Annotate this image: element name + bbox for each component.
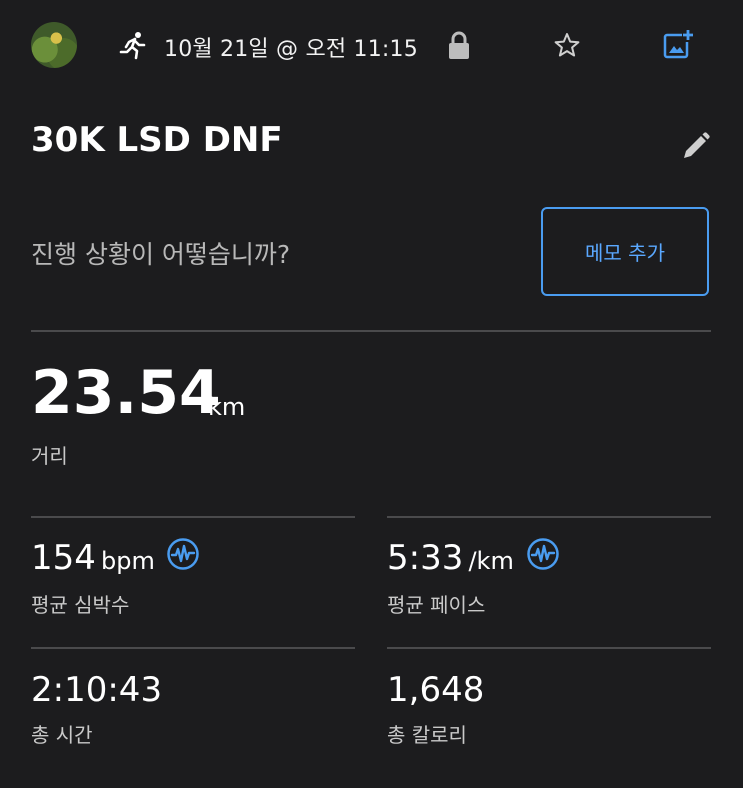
total-calories-value: 1,648 (387, 670, 485, 710)
add-memo-button[interactable]: 메모 추가 (541, 207, 709, 296)
divider (31, 516, 355, 518)
heart-rate-wave-icon[interactable] (166, 537, 200, 571)
heart-rate-value: 154 (31, 538, 96, 578)
edit-pencil-icon[interactable] (680, 130, 712, 162)
divider (31, 647, 355, 649)
heart-rate-label: 평균 심박수 (31, 593, 130, 617)
heart-rate-stat[interactable]: 154 bpm (31, 538, 155, 578)
total-time-label: 총 시간 (31, 723, 93, 747)
divider (387, 647, 711, 649)
pace-label: 평균 페이스 (387, 593, 486, 617)
pace-unit: /km (468, 547, 514, 575)
activity-datetime: 10월 21일 @ 오전 11:15 (164, 37, 418, 62)
distance-unit: km (208, 393, 246, 421)
avatar[interactable] (31, 22, 77, 68)
distance-value: 23.54 (31, 358, 221, 428)
total-calories-label: 총 칼로리 (387, 723, 467, 747)
divider (31, 330, 711, 332)
divider (387, 516, 711, 518)
activity-title: 30K LSD DNF (31, 120, 283, 160)
pace-value: 5:33 (387, 538, 464, 578)
lock-icon[interactable] (446, 30, 472, 60)
running-icon (119, 32, 146, 60)
pace-wave-icon[interactable] (526, 537, 560, 571)
pace-stat[interactable]: 5:33 /km (387, 538, 514, 578)
distance-label: 거리 (31, 444, 68, 468)
heart-rate-unit: bpm (101, 547, 155, 575)
total-time-value: 2:10:43 (31, 670, 163, 710)
progress-prompt: 진행 상황이 어떻습니까? (31, 240, 291, 269)
add-photo-icon[interactable] (662, 28, 694, 60)
star-icon[interactable] (553, 31, 581, 59)
